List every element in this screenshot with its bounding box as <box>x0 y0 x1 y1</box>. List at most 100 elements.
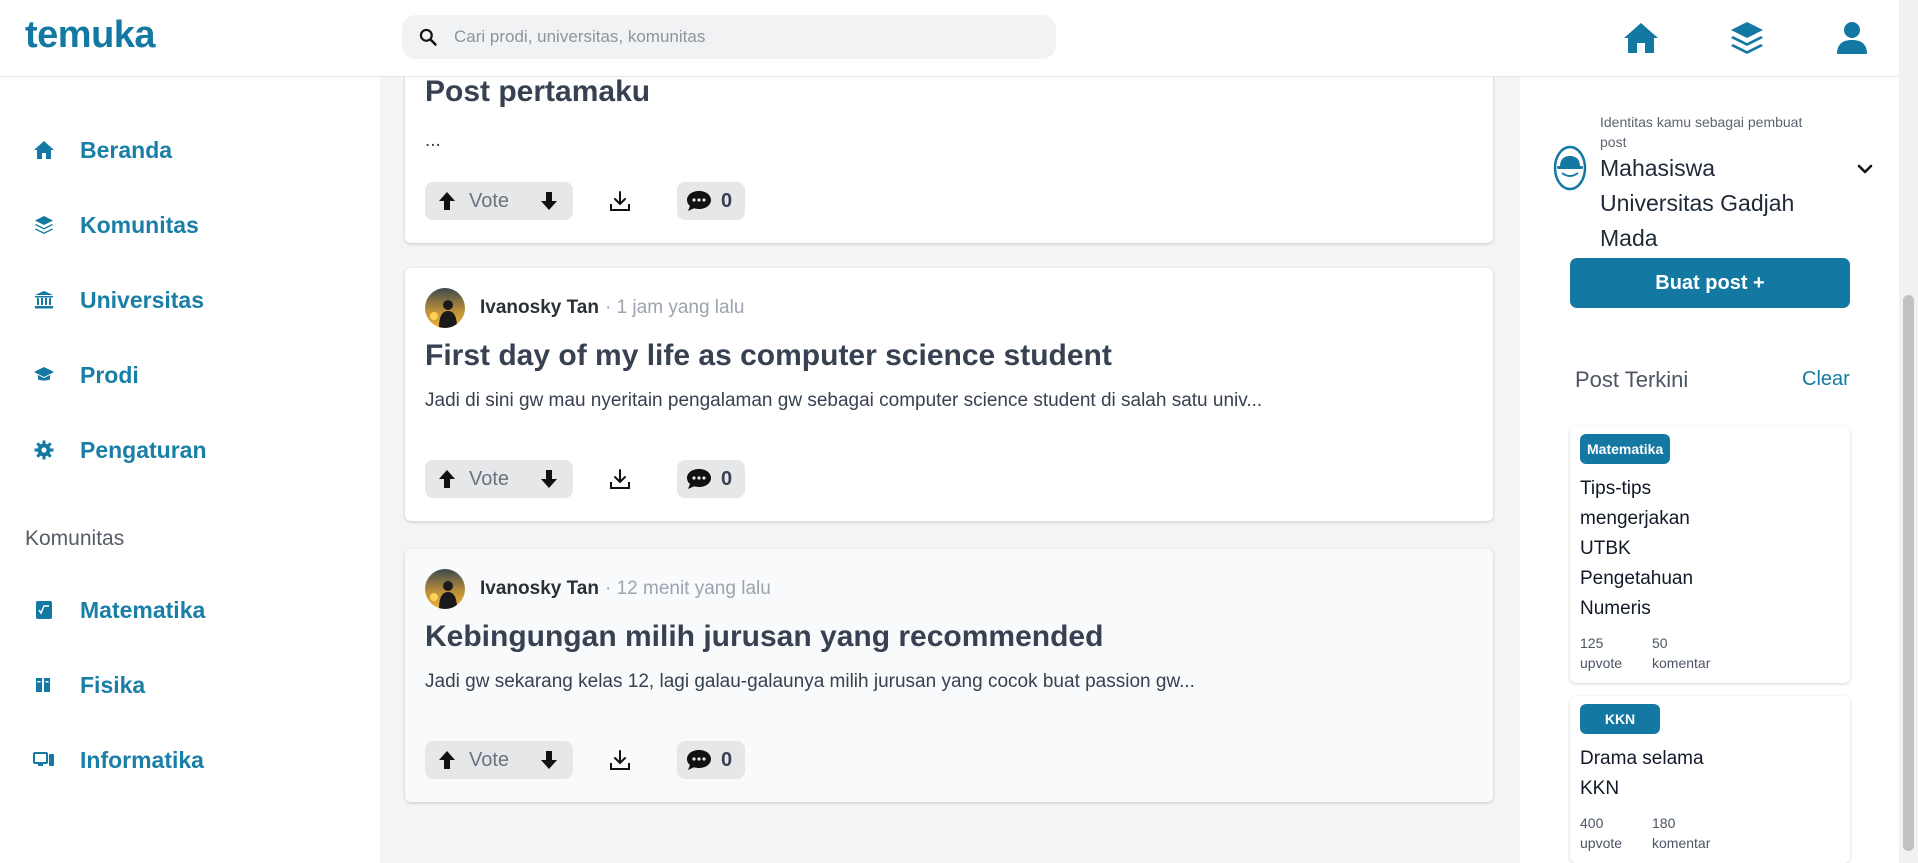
post-author-row: Ivanosky Tan · 1 jam yang lalu <box>425 288 744 328</box>
student-hat-icon <box>1553 145 1587 191</box>
arrow-up-icon <box>439 192 455 210</box>
vote-label: Vote <box>469 189 510 212</box>
logo[interactable]: temuka <box>25 14 156 57</box>
post-card[interactable]: Ivanosky Tan · 12 menit yang lalu Kebing… <box>405 549 1493 802</box>
comment-count: 50 <box>1652 635 1668 651</box>
sidebar-item-pengaturan[interactable]: Pengaturan <box>32 430 207 470</box>
home-icon <box>32 138 56 162</box>
download-icon <box>610 750 630 770</box>
page-scrollbar[interactable] <box>1899 0 1918 863</box>
comment-label: komentar <box>1652 655 1711 671</box>
sidebar-item-informatika[interactable]: Informatika <box>32 740 204 780</box>
search-icon <box>419 28 437 46</box>
downvote-button[interactable] <box>537 748 561 772</box>
sidebar-item-komunitas[interactable]: Komunitas <box>32 205 199 245</box>
comment-icon <box>685 187 713 215</box>
download-button[interactable] <box>605 464 635 494</box>
upvote-button[interactable] <box>435 189 459 213</box>
profile-button[interactable] <box>1832 18 1872 58</box>
sidebar-item-universitas[interactable]: Universitas <box>32 280 204 320</box>
upvote-label: upvote <box>1580 655 1623 671</box>
download-icon <box>610 191 630 211</box>
search-bar[interactable] <box>402 15 1056 59</box>
recent-post-title[interactable]: Tips-tips mengerjakan UTBK Pengetahuan N… <box>1580 474 1720 624</box>
downvote-button[interactable] <box>537 467 561 491</box>
download-icon <box>610 469 630 489</box>
create-post-button[interactable]: Buat post + <box>1570 258 1850 308</box>
sidebar-item-beranda[interactable]: Beranda <box>32 130 172 170</box>
comment-icon <box>685 746 713 774</box>
vote-control: Vote <box>425 460 573 498</box>
post-excerpt: Jadi di sini gw mau nyeritain pengalaman… <box>425 390 1263 411</box>
recent-post-title[interactable]: Drama selama KKN <box>1580 744 1720 804</box>
avatar[interactable] <box>425 569 465 609</box>
comment-count: 0 <box>721 467 733 490</box>
chevron-down-icon[interactable] <box>1855 159 1875 179</box>
right-sidebar: Identitas kamu sebagai pembuat post Maha… <box>1520 77 1899 863</box>
community-tag[interactable]: Matematika <box>1580 434 1671 464</box>
community-tag[interactable]: KKN <box>1580 704 1660 734</box>
post-feed: Post pertamaku ... Vote 0 Ivanosky Tan ·… <box>380 47 1520 863</box>
identity-label: Identitas kamu sebagai pembuat post <box>1600 114 1803 150</box>
downvote-button[interactable] <box>537 189 561 213</box>
top-header: temuka <box>0 0 1899 77</box>
comment-icon <box>685 465 713 493</box>
clear-recent-link[interactable]: Clear <box>1802 368 1850 391</box>
layers-icon <box>32 213 56 237</box>
post-time: · 12 menit yang lalu <box>604 578 771 599</box>
comment-label: komentar <box>1652 835 1711 851</box>
post-author[interactable]: Ivanosky Tan <box>480 297 599 319</box>
search-input[interactable] <box>452 26 1016 48</box>
arrow-down-icon <box>541 470 557 488</box>
home-button[interactable] <box>1621 18 1661 58</box>
vote-label: Vote <box>469 467 510 490</box>
user-icon <box>1837 22 1867 54</box>
upvote-button[interactable] <box>435 467 459 491</box>
vote-control: Vote <box>425 741 573 779</box>
comment-count: 180 <box>1652 815 1676 831</box>
post-title[interactable]: Kebingungan milih jurusan yang recommend… <box>425 620 1103 654</box>
arrow-up-icon <box>439 470 455 488</box>
book-icon <box>32 673 56 697</box>
vote-label: Vote <box>469 748 510 771</box>
upvote-button[interactable] <box>435 748 459 772</box>
sidebar-item-fisika[interactable]: Fisika <box>32 665 145 705</box>
home-icon <box>1624 23 1658 53</box>
post-card[interactable]: Ivanosky Tan · 1 jam yang lalu First day… <box>405 268 1493 521</box>
layers-icon <box>1731 22 1763 54</box>
left-sidebar: Beranda Komunitas Universitas Prodi Peng… <box>0 77 380 863</box>
communities-button[interactable] <box>1727 18 1767 58</box>
upvote-count: 400 <box>1580 815 1604 831</box>
download-button[interactable] <box>605 186 635 216</box>
computer-icon <box>32 748 56 772</box>
arrow-up-icon <box>439 751 455 769</box>
graduation-cap-icon <box>32 363 56 387</box>
scrollbar-thumb[interactable] <box>1903 295 1914 851</box>
sidebar-item-matematika[interactable]: Matematika <box>32 590 205 630</box>
comments-button[interactable]: 0 <box>677 460 745 498</box>
comment-count: 0 <box>721 189 733 212</box>
comments-button[interactable]: 0 <box>677 741 745 779</box>
math-icon <box>32 598 56 622</box>
download-button[interactable] <box>605 745 635 775</box>
identity-name[interactable]: Mahasiswa Universitas Gadjah Mada <box>1600 151 1820 256</box>
comments-button[interactable]: 0 <box>677 182 745 220</box>
vote-control: Vote <box>425 182 573 220</box>
sidebar-item-prodi[interactable]: Prodi <box>32 355 139 395</box>
gear-icon <box>32 438 56 462</box>
comment-count: 0 <box>721 748 733 771</box>
recent-post-card[interactable]: Matematika Tips-tips mengerjakan UTBK Pe… <box>1570 426 1850 683</box>
post-author-row: Ivanosky Tan · 12 menit yang lalu <box>425 569 771 609</box>
upvote-label: upvote <box>1580 835 1623 851</box>
recent-post-card[interactable]: KKN Drama selama KKN 400 upvote 180 kome… <box>1570 696 1850 863</box>
post-excerpt: ... <box>425 130 441 151</box>
post-author[interactable]: Ivanosky Tan <box>480 578 599 600</box>
post-time: · 1 jam yang lalu <box>604 297 745 318</box>
upvote-count: 125 <box>1580 635 1604 651</box>
communities-section-title: Komunitas <box>25 527 125 550</box>
arrow-down-icon <box>541 192 557 210</box>
bank-icon <box>32 288 56 312</box>
post-title[interactable]: Post pertamaku <box>425 75 650 109</box>
avatar[interactable] <box>425 288 465 328</box>
post-title[interactable]: First day of my life as computer science… <box>425 339 1112 373</box>
